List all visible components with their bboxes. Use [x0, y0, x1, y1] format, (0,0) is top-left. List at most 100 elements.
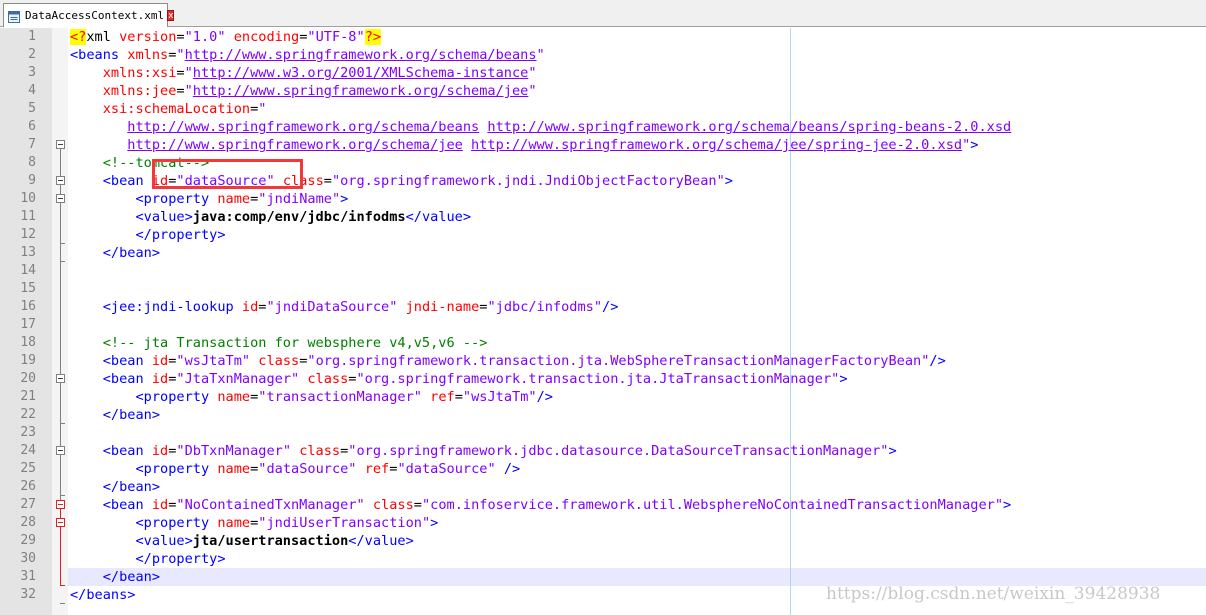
line-number: 25	[20, 461, 36, 476]
pi-open: <?	[70, 29, 87, 45]
fold-end-marker	[60, 603, 65, 604]
code-line-32: </beans>	[70, 586, 135, 604]
line-number: 26	[20, 479, 36, 494]
line-number: 12	[20, 227, 36, 242]
attr-value: "dataSource"	[258, 461, 357, 477]
code-line-25: <property name="dataSource" ref="dataSou…	[70, 460, 520, 478]
attr-name: name	[217, 461, 251, 477]
line-number: 22	[20, 407, 36, 422]
line-number: 7	[28, 137, 36, 152]
tag: </bean>	[102, 245, 161, 261]
fold-toggle-icon[interactable]	[56, 176, 65, 185]
code-line-30: </property>	[70, 550, 226, 568]
close-icon[interactable]: x	[167, 10, 175, 21]
url-link[interactable]: http://www.springframework.org/schema/be…	[487, 119, 1011, 135]
watermark: https://blog.csdn.net/weixin_39428938	[826, 584, 1161, 604]
fold-toggle-icon[interactable]	[56, 194, 65, 203]
tag: </beans>	[70, 587, 136, 603]
attr-name: jndi-name	[405, 299, 480, 315]
code-line-10: <property name="jndiName">	[70, 190, 348, 208]
fold-toggle-icon[interactable]	[56, 374, 65, 383]
attr-value: "dataSource"	[397, 461, 496, 477]
quote: "	[184, 83, 193, 99]
attr-name: version	[119, 29, 177, 45]
fold-end-marker	[60, 423, 65, 424]
line-number: 28	[20, 515, 36, 530]
tag-close: />	[602, 299, 619, 315]
line-number: 4	[28, 83, 36, 98]
tag: <beans	[70, 47, 120, 63]
line-number: 11	[20, 209, 36, 224]
fold-toggle-icon[interactable]	[56, 446, 65, 455]
line-number: 32	[20, 587, 36, 602]
attr-value: "UTF-8"	[307, 29, 365, 45]
attr-value: "org.springframework.transaction.jta.Jta…	[356, 371, 840, 387]
code-line-1: <?xml version="1.0" encoding="UTF-8"?>	[70, 28, 382, 46]
attr-value: "1.0"	[184, 29, 226, 45]
code-line-6: http://www.springframework.org/schema/be…	[70, 118, 1011, 136]
url-link[interactable]: http://www.w3.org/2001/XMLSchema-instanc…	[193, 65, 529, 81]
line-number: 16	[20, 299, 36, 314]
attr-name: xmlns:jee	[102, 83, 177, 99]
code-line-22: </bean>	[70, 406, 160, 424]
tab-dataaccesscontext[interactable]: DataAccessContext.xml x	[3, 3, 175, 27]
xml-file-icon	[7, 9, 21, 23]
code-line-31: </bean>	[70, 568, 160, 586]
code-line-5: xsi:schemaLocation="	[70, 100, 267, 118]
line-number: 29	[20, 533, 36, 548]
code-line-27: <bean id="NoContainedTxnManager" class="…	[70, 496, 1011, 514]
url-link[interactable]: http://www.springframework.org/schema/je…	[127, 137, 463, 153]
equals: =	[413, 497, 422, 513]
attr-value: "org.springframework.transaction.jta.Web…	[307, 353, 930, 369]
code-line-19: <bean id="wsJtaTm" class="org.springfram…	[70, 352, 946, 370]
tag: </property>	[135, 551, 226, 567]
tab-bar: DataAccessContext.xml x	[0, 0, 1206, 27]
annotation-highlight-box	[152, 159, 303, 189]
fold-toggle-icon[interactable]	[56, 518, 65, 527]
line-number: 23	[20, 425, 36, 440]
attr-value: "com.infoservice.framework.util.Webspher…	[421, 497, 1004, 513]
tag: </bean>	[102, 407, 161, 423]
equals: =	[323, 173, 332, 189]
code-line-3: xmlns:xsi="http://www.w3.org/2001/XMLSch…	[70, 64, 537, 82]
fold-toggle-icon[interactable]	[56, 140, 65, 149]
attr-name: ref	[364, 461, 390, 477]
line-number: 18	[20, 335, 36, 350]
line-number: 1	[28, 29, 36, 44]
attr-value: "JtaTxnManager"	[176, 371, 300, 387]
url-link[interactable]: http://www.springframework.org/schema/be…	[185, 47, 537, 63]
attr-value: "wsJtaTm"	[462, 389, 537, 405]
url-link[interactable]: http://www.springframework.org/schema/je…	[471, 137, 962, 153]
url-link[interactable]: http://www.springframework.org/schema/je…	[193, 83, 529, 99]
code-line-13: </bean>	[70, 244, 160, 262]
quote: "	[176, 47, 185, 63]
quote: "	[184, 65, 193, 81]
code-line-26: </bean>	[70, 478, 160, 496]
attr-value: "jndiUserTransaction"	[258, 515, 431, 531]
attr-name: id	[151, 371, 169, 387]
fold-toggle-icon[interactable]	[56, 500, 65, 509]
code-line-20: <bean id="JtaTxnManager" class="org.spri…	[70, 370, 848, 388]
tag: <bean	[102, 353, 144, 369]
url-link[interactable]: http://www.springframework.org/schema/be…	[127, 119, 479, 135]
tag: <value>	[135, 533, 193, 549]
attr-name: id	[151, 443, 169, 459]
line-number: 9	[28, 173, 36, 188]
attr-value: "NoContainedTxnManager"	[176, 497, 365, 513]
